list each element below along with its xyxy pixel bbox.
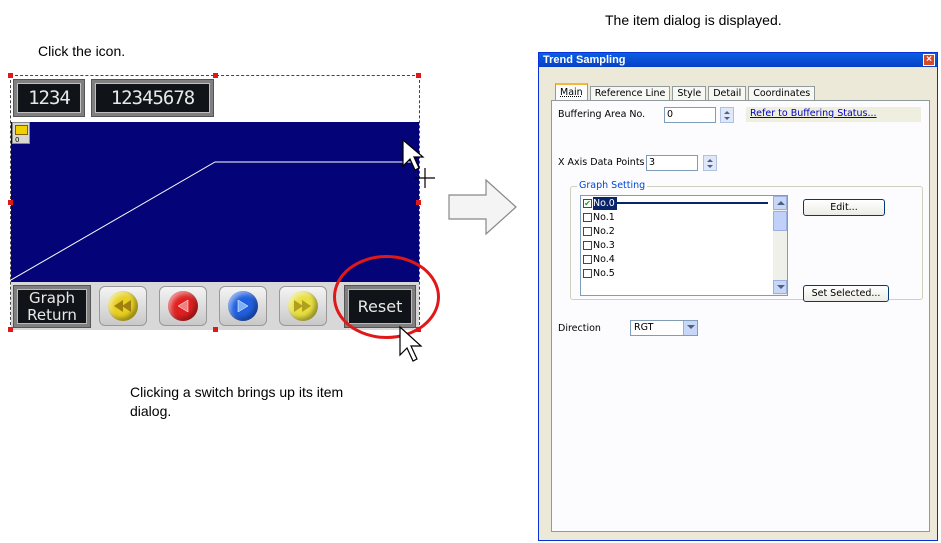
direction-label: Direction	[558, 323, 601, 334]
caption-dialog-displayed: The item dialog is displayed.	[605, 12, 782, 28]
x-axis-data-points-spinner[interactable]	[703, 155, 717, 171]
scroll-down-button[interactable]	[773, 280, 787, 294]
fast-forward-icon	[288, 291, 318, 321]
caption-switch-note: Clicking a switch brings up its item dia…	[130, 384, 344, 419]
list-item[interactable]: No.1	[583, 211, 615, 224]
dialog-titlebar[interactable]: Trend Sampling ×	[539, 53, 937, 67]
tab-reference-line[interactable]: Reference Line	[589, 86, 671, 101]
graph-icon	[15, 125, 28, 135]
x-axis-data-points-field[interactable]: 3	[646, 155, 698, 171]
checkbox[interactable]: ✔	[583, 199, 592, 208]
graph-setting-list[interactable]: ✔ No.0 No.1 No.2 No.3 No.4 No.5	[580, 195, 788, 296]
refer-buffering-status-link[interactable]: Refer to Buffering Status...	[746, 107, 921, 122]
fast-rewind-icon	[108, 291, 138, 321]
tab-main[interactable]: Main	[555, 83, 588, 101]
tab-style[interactable]: Style	[672, 86, 707, 101]
list-item[interactable]: No.5	[583, 267, 615, 280]
tab-coordinates[interactable]: Coordinates	[748, 86, 816, 101]
selection-handle[interactable]	[213, 327, 218, 332]
selection-handle[interactable]	[416, 200, 421, 205]
buffering-area-spinner[interactable]	[720, 107, 734, 123]
graph-setting-label: Graph Setting	[577, 180, 648, 191]
list-item[interactable]: No.3	[583, 239, 615, 252]
right-arrow-icon	[448, 178, 517, 236]
tab-bar: Main Reference Line Style Detail Coordin…	[555, 83, 817, 101]
checkbox[interactable]	[583, 227, 592, 236]
tab-panel-main: Buffering Area No. 0 Refer to Buffering …	[551, 100, 930, 532]
caption-click-icon: Click the icon.	[38, 43, 126, 59]
graph-setting-group: Graph Setting ✔No.0 No.1 No.2 No.3 No.4	[570, 180, 923, 302]
fast-rewind-switch[interactable]	[99, 286, 147, 326]
numeric-display-12345678[interactable]: 12345678	[91, 79, 214, 117]
selection-handle[interactable]	[213, 73, 218, 78]
scroll-up-button[interactable]	[773, 196, 787, 210]
buffering-area-label: Buffering Area No.	[558, 109, 646, 120]
chevron-down-icon[interactable]	[683, 321, 697, 335]
numeric-display-value: 1234	[17, 83, 81, 113]
trend-sampling-dialog: Trend Sampling × Main Reference Line Sty…	[538, 52, 938, 541]
direction-value: RGT	[634, 322, 654, 333]
selection-handle[interactable]	[416, 73, 421, 78]
list-item[interactable]: No.4	[583, 253, 615, 266]
selection-handle[interactable]	[8, 73, 13, 78]
close-icon[interactable]: ×	[923, 54, 935, 66]
checkbox[interactable]	[583, 213, 592, 222]
trend-graph-icon[interactable]: 0	[12, 122, 30, 144]
edit-button[interactable]: Edit...	[803, 199, 885, 216]
rewind-icon	[168, 291, 198, 321]
numeric-display-value: 12345678	[95, 83, 210, 113]
checkbox[interactable]	[583, 241, 592, 250]
fast-forward-switch[interactable]	[279, 286, 327, 326]
list-scrollbar[interactable]	[773, 196, 787, 295]
graph-return-switch[interactable]: Graph Return	[13, 285, 91, 328]
numeric-display-1234[interactable]: 1234	[13, 79, 85, 117]
scroll-thumb[interactable]	[773, 211, 787, 231]
set-selected-button[interactable]: Set Selected...	[803, 285, 889, 302]
list-item[interactable]: ✔ No.0	[583, 197, 617, 210]
selection-bar	[616, 202, 768, 204]
trend-graph-area[interactable]: 0	[11, 122, 419, 282]
x-axis-data-points-label: X Axis Data Points	[558, 157, 645, 168]
list-item[interactable]: No.2	[583, 225, 615, 238]
tab-detail[interactable]: Detail	[708, 86, 747, 101]
graph-return-label: Graph Return	[17, 289, 87, 324]
selection-handle[interactable]	[8, 200, 13, 205]
direction-select[interactable]: RGT	[630, 320, 698, 336]
dialog-title: Trend Sampling	[543, 54, 626, 66]
selection-handle[interactable]	[8, 327, 13, 332]
forward-switch[interactable]	[219, 286, 267, 326]
buffering-area-field[interactable]: 0	[664, 107, 716, 123]
forward-icon	[228, 291, 258, 321]
mouse-pointer-icon	[399, 325, 423, 362]
checkbox[interactable]	[583, 255, 592, 264]
mouse-pointer-icon	[402, 138, 435, 188]
trend-icon-number: 0	[15, 136, 20, 144]
checkbox[interactable]	[583, 269, 592, 278]
rewind-switch[interactable]	[159, 286, 207, 326]
trend-line	[11, 161, 411, 281]
